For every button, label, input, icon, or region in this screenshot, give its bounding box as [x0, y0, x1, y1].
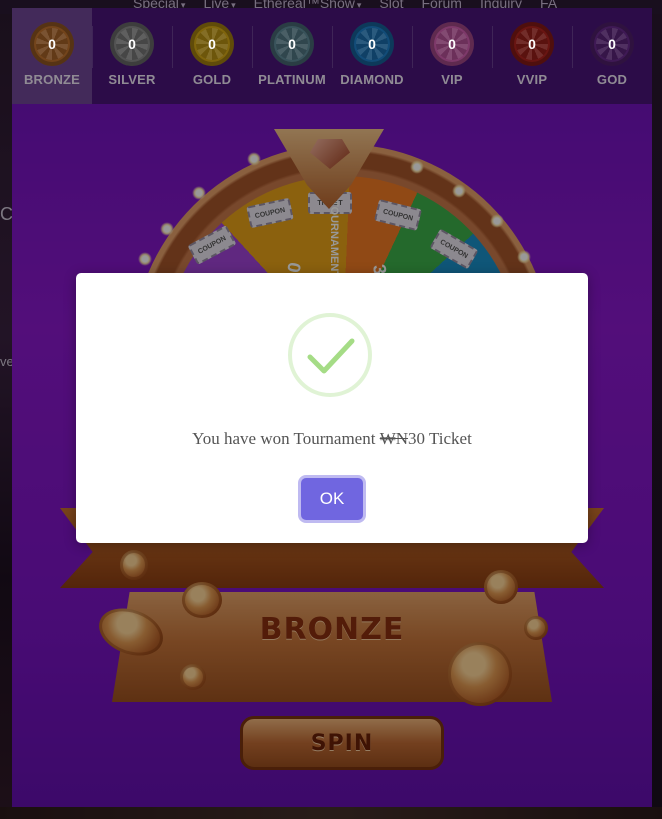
checkmark-icon — [307, 338, 355, 374]
tier-count: 0 — [528, 36, 536, 52]
success-dialog: You have won Tournament ₩N30 Ticket OK — [76, 273, 588, 543]
tier-count: 0 — [448, 36, 456, 52]
tier-count: 0 — [288, 36, 296, 52]
tier-count: 0 — [208, 36, 216, 52]
success-check-icon — [288, 313, 372, 397]
tier-count: 0 — [128, 36, 136, 52]
currency-symbol: ₩N — [379, 429, 409, 448]
dialog-message: You have won Tournament ₩N30 Ticket — [76, 429, 588, 449]
tier-count: 0 — [608, 36, 616, 52]
message-text: You have won Tournament — [192, 429, 380, 448]
tier-count: 0 — [368, 36, 376, 52]
tier-count: 0 — [48, 36, 56, 52]
message-text: 30 Ticket — [408, 429, 472, 448]
ok-button[interactable]: OK — [301, 478, 363, 520]
